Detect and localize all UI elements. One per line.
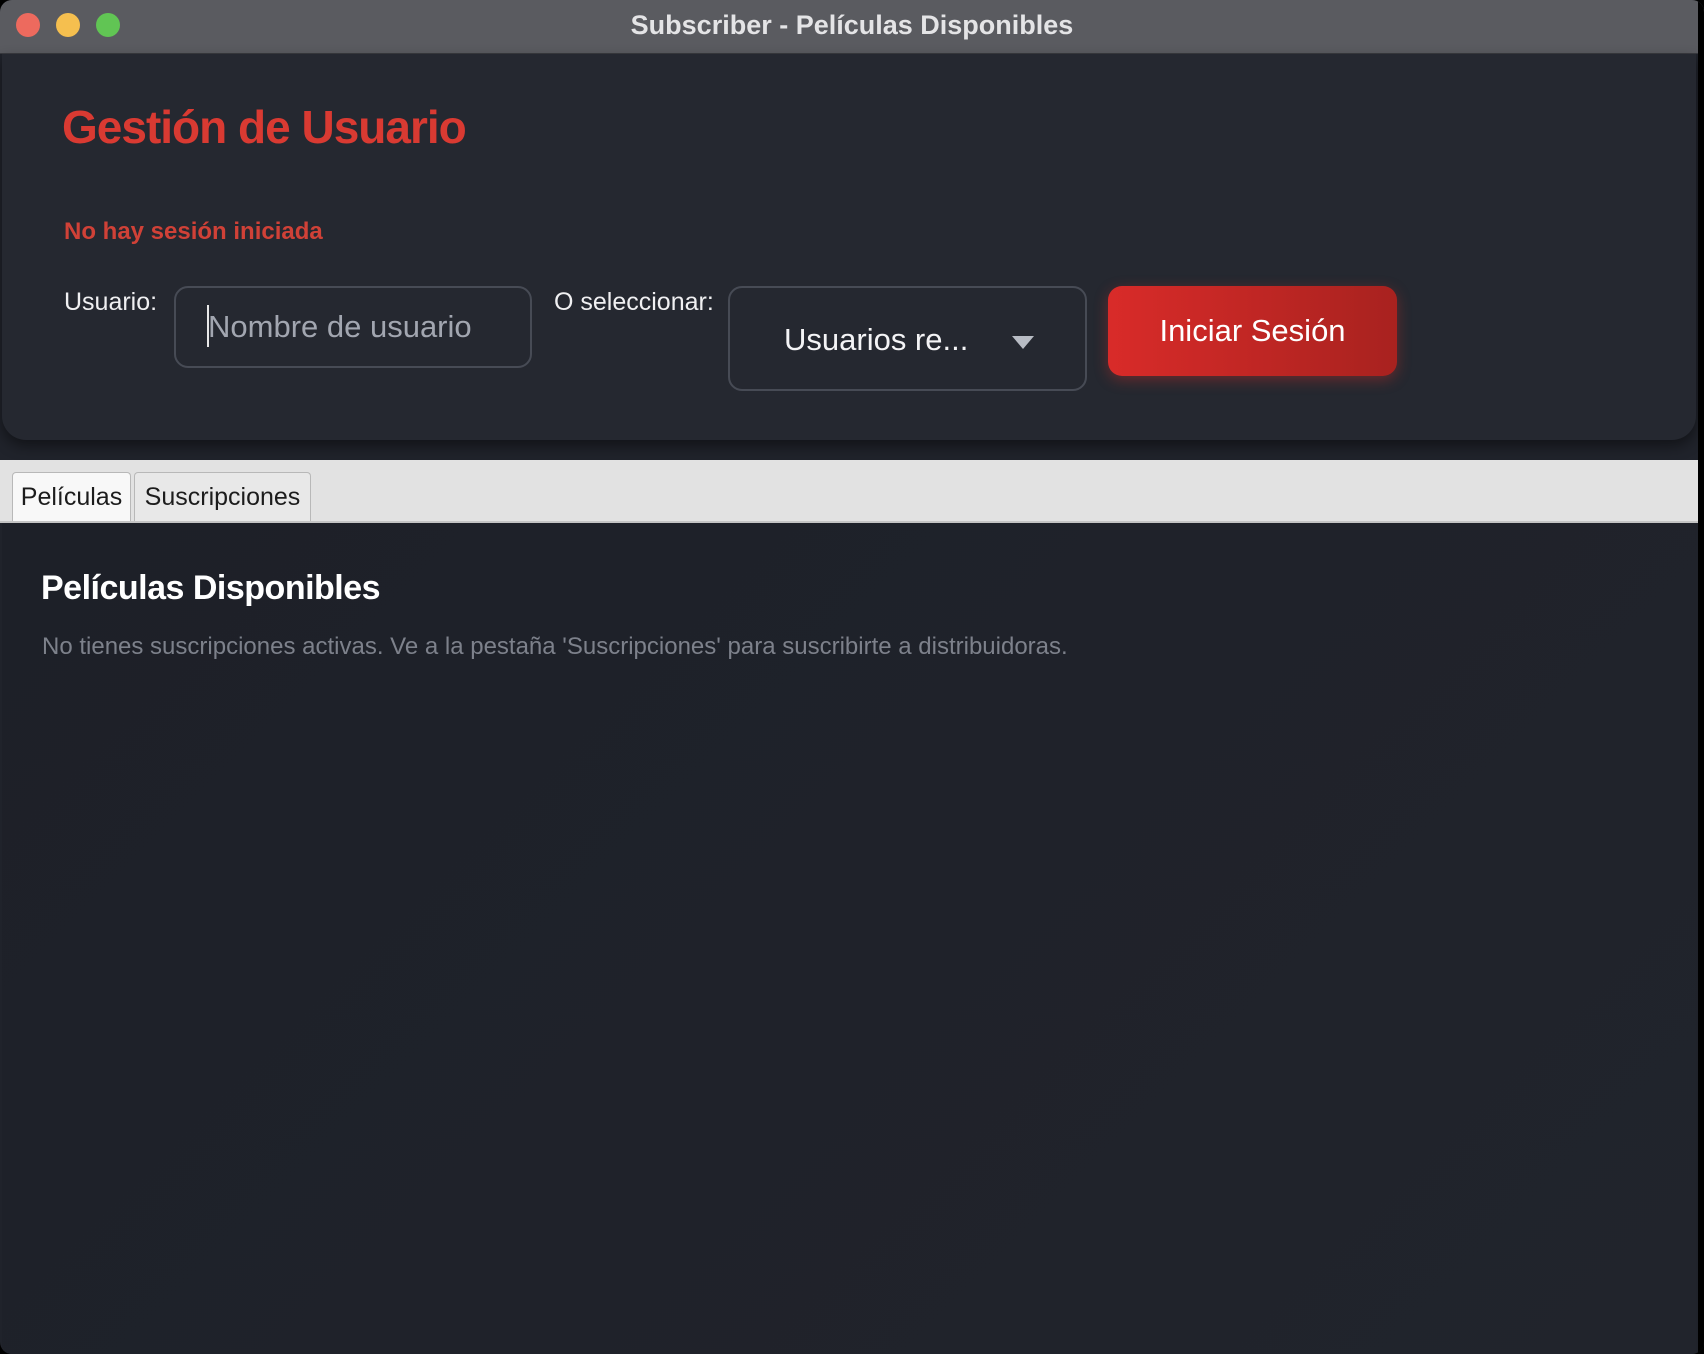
- page-title: Gestión de Usuario: [62, 101, 467, 153]
- movies-title: Películas Disponibles: [41, 569, 381, 607]
- recent-users-select[interactable]: Usuarios re...: [728, 286, 1087, 391]
- tab-bar: Películas Suscripciones: [0, 460, 1704, 523]
- empty-state-message: No tienes suscripciones activas. Ve a la…: [42, 633, 1068, 660]
- user-label: Usuario:: [64, 288, 158, 316]
- tab-peliculas[interactable]: Películas: [12, 472, 131, 521]
- window-title: Subscriber - Películas Disponibles: [630, 10, 1074, 40]
- text-caret: [207, 305, 209, 347]
- login-button[interactable]: Iniciar Sesión: [1108, 286, 1397, 376]
- title-bar: Subscriber - Películas Disponibles: [0, 0, 1704, 54]
- app-window: Subscriber - Películas Disponibles Gesti…: [0, 0, 1704, 1354]
- select-value: Usuarios re...: [784, 322, 969, 357]
- movies-panel: Películas Disponibles No tienes suscripc…: [2, 523, 1696, 1354]
- username-input[interactable]: [174, 286, 532, 368]
- window-edge: [1698, 0, 1704, 1354]
- select-label: O seleccionar:: [554, 288, 714, 316]
- tab-suscripciones[interactable]: Suscripciones: [134, 472, 311, 521]
- chevron-down-icon: [1012, 336, 1034, 349]
- session-status: No hay sesión iniciada: [64, 218, 323, 245]
